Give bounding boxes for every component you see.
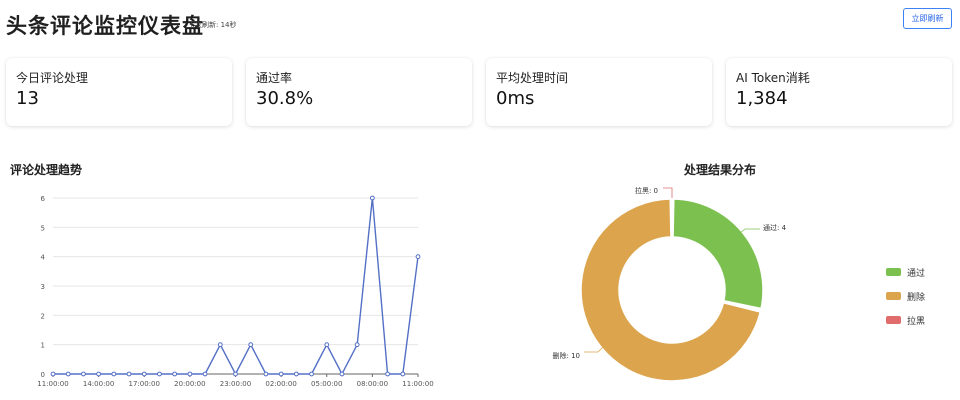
trend-data-point[interactable] (217, 342, 223, 348)
trend-data-point[interactable] (309, 371, 314, 377)
x-tick-label: 14:00:00 (83, 380, 114, 388)
trend-data-point[interactable] (278, 371, 284, 377)
trend-data-point[interactable] (111, 371, 117, 377)
y-tick-label: 6 (41, 195, 46, 203)
stat-value: 1,384 (736, 88, 788, 109)
refresh-countdown: 下次刷新: 14秒 (188, 21, 237, 29)
stat-value: 0ms (496, 88, 535, 109)
x-tick-label: 23:00:00 (220, 380, 251, 388)
legend-item-删除[interactable]: 删除 (886, 284, 925, 308)
trend-data-point[interactable] (293, 371, 299, 377)
stat-card-pass-rate: 通过率 30.8% (246, 58, 472, 126)
trend-data-point[interactable] (50, 371, 56, 377)
x-tick-label: 11:00:00 (402, 380, 433, 388)
trend-chart: 0 1 2 3 4 5 6 11:00:00 14:00:00 17:00:00 20:00:00 2… (37, 195, 433, 388)
trend-data-point[interactable] (369, 195, 375, 201)
legend-label: 删除 (907, 292, 926, 303)
pie-chart: 通过: 4 删除: 10 拉黑: 0 (553, 186, 787, 382)
refresh-now-button[interactable]: 立即刷新 (903, 8, 952, 29)
stats-cards: 今日评论处理 13 通过率 30.8% 平均处理时间 0ms AI Token消… (6, 58, 952, 126)
trend-chart-panel: 评论处理趋势 0 1 2 3 4 5 6 11:00:00 14:00:00 17:00:00 20… (6, 156, 446, 396)
trend-data-point[interactable] (415, 254, 421, 260)
trend-data-point[interactable] (187, 371, 193, 377)
stat-label: 平均处理时间 (496, 71, 569, 85)
legend-label: 通过 (907, 268, 926, 279)
trend-data-point[interactable] (96, 371, 102, 377)
y-tick-label: 1 (41, 342, 45, 350)
header: 头条评论监控仪表盘 下次刷新: 14秒 立即刷新 (6, 8, 952, 38)
legend-label: 拉黑 (907, 316, 926, 327)
trend-data-point[interactable] (324, 342, 330, 348)
y-tick-label: 0 (41, 371, 45, 379)
pie-legend: 通过 删除 拉黑 (886, 260, 925, 332)
page-title: 头条评论监控仪表盘 (6, 14, 204, 38)
stat-label: AI Token消耗 (736, 71, 810, 85)
trend-data-point[interactable] (65, 371, 71, 377)
x-tick-label: 02:00:00 (265, 380, 296, 388)
stat-card-comments: 今日评论处理 13 (6, 58, 232, 126)
x-tick-label: 20:00:00 (174, 380, 205, 388)
x-tick-label: 08:00:00 (357, 380, 388, 388)
pie-slice-通过[interactable] (672, 198, 764, 310)
stat-value: 30.8% (256, 88, 314, 109)
y-tick-label: 3 (41, 283, 45, 291)
legend-swatch (886, 316, 901, 324)
trend-data-point[interactable] (172, 371, 178, 377)
trend-data-point[interactable] (248, 342, 254, 348)
trend-data-point[interactable] (157, 371, 162, 377)
pie-slice-label: 删除: 10 (553, 351, 581, 360)
trend-data-point[interactable] (81, 371, 86, 377)
trend-chart-title: 评论处理趋势 (10, 163, 83, 177)
pie-chart-title: 处理结果分布 (683, 163, 756, 177)
stat-value: 13 (16, 88, 39, 109)
legend-item-通过[interactable]: 通过 (886, 260, 925, 284)
stat-label: 今日评论处理 (16, 71, 89, 85)
legend-swatch (886, 292, 901, 300)
legend-swatch (886, 268, 901, 276)
stat-card-token-usage: AI Token消耗 1,384 (726, 58, 952, 126)
y-tick-label: 2 (41, 312, 45, 320)
x-tick-label: 17:00:00 (129, 380, 160, 388)
trend-data-point[interactable] (233, 371, 238, 377)
trend-data-point[interactable] (385, 371, 390, 377)
x-tick-label: 11:00:00 (37, 380, 68, 388)
stat-card-avg-time: 平均处理时间 0ms (486, 58, 712, 126)
pie-slice-label: 通过: 4 (763, 223, 787, 232)
trend-data-point[interactable] (263, 371, 269, 377)
pie-label-leader (663, 187, 673, 198)
y-tick-label: 5 (41, 224, 45, 232)
trend-data-point[interactable] (400, 371, 406, 377)
trend-data-point[interactable] (339, 371, 345, 377)
trend-data-point[interactable] (126, 371, 132, 377)
x-tick-label: 05:00:00 (311, 380, 342, 388)
pie-chart-panel: 处理结果分布 通过: 4 删除: 10 拉黑: 0 通过删除拉黑 (520, 156, 950, 396)
stat-label: 通过率 (256, 71, 293, 85)
pie-slice-label: 拉黑: 0 (635, 186, 658, 195)
y-tick-label: 4 (41, 254, 46, 262)
trend-data-point[interactable] (202, 371, 208, 377)
legend-item-拉黑[interactable]: 拉黑 (886, 308, 925, 332)
trend-data-point[interactable] (354, 342, 360, 348)
trend-data-point[interactable] (141, 371, 147, 377)
